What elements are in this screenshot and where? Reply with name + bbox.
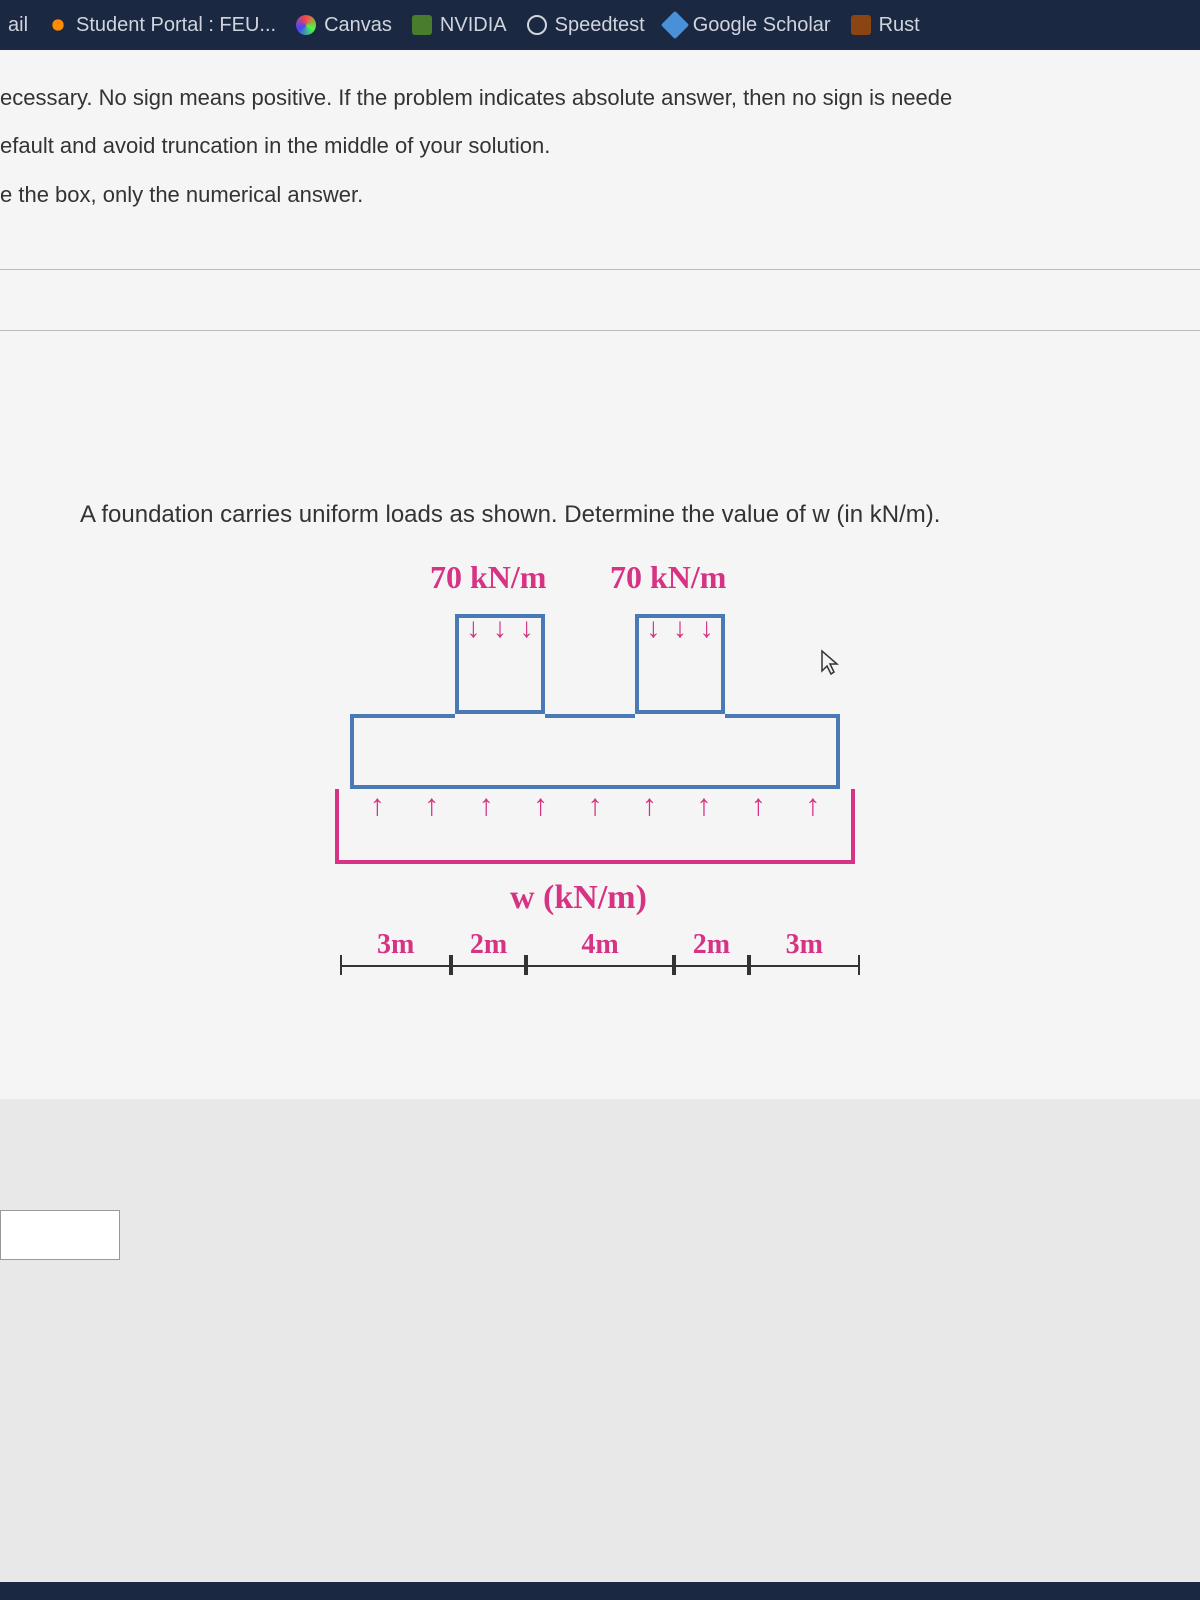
- load-label-2: 70 kN/m: [610, 559, 726, 596]
- bookmark-label: Canvas: [324, 14, 392, 37]
- question-text: A foundation carries uniform loads as sh…: [80, 501, 1120, 529]
- soil-reaction-block: [335, 789, 855, 864]
- instruction-line-1: ecessary. No sign means positive. If the…: [0, 74, 1200, 122]
- question-section: A foundation carries uniform loads as sh…: [0, 361, 1200, 1099]
- foundation-diagram: 70 kN/m 70 kN/m ↓ ↓ ↓ ↓ ↓ ↓: [300, 559, 900, 1059]
- canvas-icon: [296, 15, 316, 35]
- answer-input[interactable]: [0, 1210, 120, 1260]
- bookmark-label: Rust: [879, 14, 920, 37]
- instructions-block: ecessary. No sign means positive. If the…: [0, 70, 1200, 239]
- bookmark-speedtest[interactable]: Speedtest: [527, 14, 645, 37]
- dimension-1: 3m: [340, 929, 451, 967]
- dimension-3: 4m: [526, 929, 675, 967]
- divider-2: [0, 330, 1200, 331]
- bookmark-rust[interactable]: Rust: [851, 14, 920, 37]
- nvidia-icon: [412, 15, 432, 35]
- instruction-line-3: e the box, only the numerical answer.: [0, 171, 1200, 219]
- bookmark-label: Speedtest: [555, 14, 645, 37]
- dimension-line: 3m 2m 4m 2m 3m: [340, 929, 860, 967]
- divider: [0, 269, 1200, 270]
- bookmark-label: Student Portal : FEU...: [76, 14, 276, 37]
- dimension-5: 3m: [749, 929, 860, 967]
- reaction-label: w (kN/m): [510, 879, 647, 917]
- bookmark-ail[interactable]: ail: [8, 14, 28, 37]
- content-area: ecessary. No sign means positive. If the…: [0, 50, 1200, 1099]
- rust-icon: [851, 15, 871, 35]
- dimension-2: 2m: [451, 929, 525, 967]
- student-portal-icon: [48, 15, 68, 35]
- speedtest-icon: [527, 15, 547, 35]
- cursor-icon: [820, 649, 842, 684]
- diagram-container: 70 kN/m 70 kN/m ↓ ↓ ↓ ↓ ↓ ↓: [80, 559, 1120, 1059]
- dimension-4: 2m: [674, 929, 748, 967]
- bookmark-canvas[interactable]: Canvas: [296, 14, 392, 37]
- bookmark-student-portal[interactable]: Student Portal : FEU...: [48, 14, 276, 37]
- instruction-line-2: efault and avoid truncation in the middl…: [0, 122, 1200, 170]
- bookmark-label: NVIDIA: [440, 14, 507, 37]
- column-2: [635, 614, 725, 714]
- load-label-1: 70 kN/m: [430, 559, 546, 596]
- bookmark-google-scholar[interactable]: Google Scholar: [665, 14, 831, 37]
- foundation-slab: [350, 714, 840, 789]
- taskbar: [0, 1582, 1200, 1600]
- column-1: [455, 614, 545, 714]
- bookmark-label: Google Scholar: [693, 14, 831, 37]
- bookmark-nvidia[interactable]: NVIDIA: [412, 14, 507, 37]
- scholar-icon: [661, 11, 689, 39]
- bookmarks-bar: ail Student Portal : FEU... Canvas NVIDI…: [0, 0, 1200, 50]
- bookmark-label: ail: [8, 14, 28, 37]
